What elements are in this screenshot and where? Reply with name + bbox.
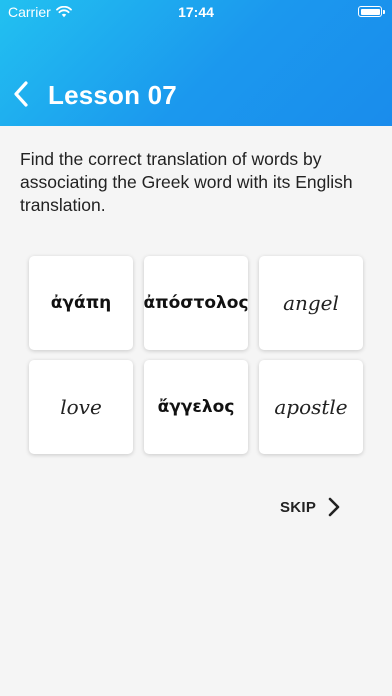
header: Carrier 17:44 Lesson 07 [0, 0, 392, 126]
tile-label: apostle [274, 395, 348, 419]
word-tile-grid: ἀγάπη ἀπόστολος angel love ἄγγελος apost… [29, 256, 365, 454]
word-tile[interactable]: angel [259, 256, 363, 350]
chevron-right-icon [328, 497, 340, 517]
word-tile[interactable]: ἀγάπη [29, 256, 133, 350]
tile-label: ἀπόστολος [143, 293, 249, 313]
word-tile[interactable]: ἄγγελος [144, 360, 248, 454]
chevron-left-icon [13, 80, 29, 112]
tile-label: ἀγάπη [50, 293, 112, 313]
word-tile[interactable]: apostle [259, 360, 363, 454]
clock: 17:44 [178, 4, 214, 20]
back-button[interactable] [10, 80, 32, 112]
navigation-bar: Lesson 07 [0, 72, 392, 120]
status-bar: Carrier 17:44 [0, 0, 392, 24]
skip-button[interactable]: SKIP [280, 494, 340, 520]
skip-label: SKIP [280, 498, 317, 516]
page-title: Lesson 07 [48, 80, 177, 110]
tile-label: love [60, 395, 102, 419]
tile-label: ἄγγελος [157, 397, 235, 417]
word-tile[interactable]: love [29, 360, 133, 454]
tile-label: angel [283, 291, 339, 315]
battery-icon [358, 6, 385, 17]
instructions-text: Find the correct translation of words by… [20, 149, 353, 215]
word-tile[interactable]: ἀπόστολος [143, 256, 249, 350]
